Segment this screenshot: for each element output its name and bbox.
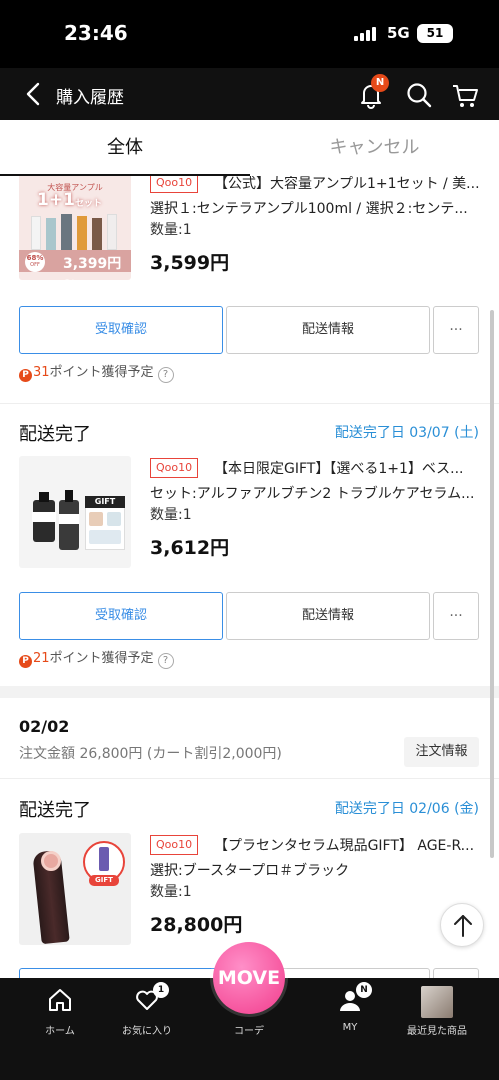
delivery-status: 配送完了 — [19, 800, 91, 821]
product-thumbnail[interactable]: GIFT — [19, 456, 131, 568]
recent-item-thumbnail — [421, 986, 453, 1018]
nav-favorites[interactable]: 1 お気に入り — [97, 978, 197, 1038]
more-options-button[interactable] — [433, 968, 479, 978]
receive-confirm-button[interactable]: 受取確認 — [19, 306, 223, 354]
shop-tag: Qoo10 — [150, 176, 199, 193]
order-date: 02/02 — [19, 717, 70, 736]
nav-coordinate-label: コーデ — [234, 1026, 264, 1037]
nav-recently-viewed[interactable]: 最近見た商品 — [387, 978, 487, 1038]
scrollbar[interactable] — [490, 310, 494, 858]
order-info-button[interactable]: 注文情報 — [404, 737, 479, 767]
delivery-date: 配送完了日 02/06 (金) — [334, 801, 479, 817]
order-separator — [0, 686, 499, 698]
page-title: 購入履歴 — [56, 88, 124, 108]
notification-badge: N — [371, 74, 389, 92]
help-icon[interactable]: ? — [157, 653, 174, 669]
points-label: ポイント獲得予定 — [49, 365, 154, 380]
points-amount: 31 — [33, 365, 50, 380]
more-options-button[interactable]: ··· — [433, 306, 479, 354]
point-icon: P — [19, 369, 32, 382]
more-options-button[interactable]: ··· — [433, 592, 479, 640]
delivery-status: 配送完了 — [19, 424, 91, 445]
product-option: 選択１:センテラアンプル100ml / 選択２:センテ... — [150, 201, 468, 217]
back-arrow-icon[interactable] — [22, 80, 46, 108]
receive-confirm-button[interactable] — [19, 968, 223, 978]
product-price: 28,800円 — [150, 914, 243, 936]
nav-favorites-label: お気に入り — [122, 1026, 172, 1037]
nav-recent-label: 最近見た商品 — [407, 1026, 467, 1037]
search-icon[interactable] — [404, 80, 434, 110]
points-info: P 31ポイント獲得予定? — [19, 364, 174, 383]
tab-all[interactable]: 全体 — [0, 120, 250, 176]
product-price: 3,612円 — [150, 537, 230, 559]
nav-home-label: ホーム — [45, 1026, 75, 1037]
product-title[interactable]: 【本日限定GIFT】【選べる1+1】ベス... — [214, 458, 484, 478]
shop-tag: Qoo10 — [150, 458, 199, 478]
divider — [0, 403, 499, 404]
shipping-info-button[interactable]: 配送情報 — [226, 306, 430, 354]
order-list[interactable]: 大容量アンプル 1+1 セット 68% OFF 3,399円~ Qoo10 【公… — [0, 176, 499, 978]
network-type: 5G — [387, 24, 410, 42]
favorites-badge: 1 — [153, 982, 169, 998]
signal-icon — [354, 27, 380, 41]
home-icon — [49, 989, 71, 1011]
order-total: 注文金額 26,800円 (カート割引2,000円) — [19, 746, 282, 762]
product-quantity: 数量:1 — [150, 884, 192, 900]
system-status-bar: 23:46 5G 51 — [0, 0, 499, 68]
my-badge: N — [356, 982, 372, 998]
app-header: 購入履歴 — [0, 68, 499, 120]
shipping-info-button[interactable]: 配送情報 — [226, 592, 430, 640]
product-quantity: 数量:1 — [150, 222, 192, 238]
product-option: セット:アルファアルブチン2 トラブルケアセラム... — [150, 486, 475, 502]
arrow-up-icon — [454, 915, 472, 937]
nav-my[interactable]: N MY — [300, 978, 400, 1038]
product-option: 選択:ブースタープロ＃ブラック — [150, 863, 350, 879]
point-icon: P — [19, 655, 32, 668]
tab-cancel[interactable]: キャンセル — [250, 120, 499, 176]
battery-icon: 51 — [417, 24, 453, 43]
product-thumbnail[interactable]: 大容量アンプル 1+1 セット 68% OFF 3,399円~ — [19, 176, 131, 280]
shop-tag: Qoo10 — [150, 835, 199, 855]
points-label: ポイント獲得予定 — [49, 651, 154, 666]
nav-home[interactable]: ホーム — [10, 978, 110, 1038]
status-time: 23:46 — [64, 21, 128, 45]
points-info: P 21ポイント獲得予定? — [19, 650, 174, 669]
move-button[interactable]: MOVE — [213, 942, 285, 1014]
cart-icon[interactable] — [450, 80, 480, 110]
nav-my-label: MY — [342, 1022, 358, 1033]
product-quantity: 数量:1 — [150, 507, 192, 523]
scroll-to-top-button[interactable] — [440, 903, 484, 947]
delivery-date: 配送完了日 03/07 (土) — [334, 425, 479, 441]
order-tabs: 全体 キャンセル — [0, 120, 499, 176]
product-thumbnail[interactable]: GIFT — [19, 833, 131, 945]
divider — [0, 778, 499, 779]
points-amount: 21 — [33, 651, 50, 666]
product-title[interactable]: 【公式】大容量アンプル1+1セット / 美... — [214, 176, 484, 193]
product-title[interactable]: 【プラセンタセラム現品GIFT】 AGE-R... — [214, 835, 484, 855]
product-price: 3,599円 — [150, 252, 230, 274]
receive-confirm-button[interactable]: 受取確認 — [19, 592, 223, 640]
help-icon[interactable]: ? — [157, 367, 174, 383]
